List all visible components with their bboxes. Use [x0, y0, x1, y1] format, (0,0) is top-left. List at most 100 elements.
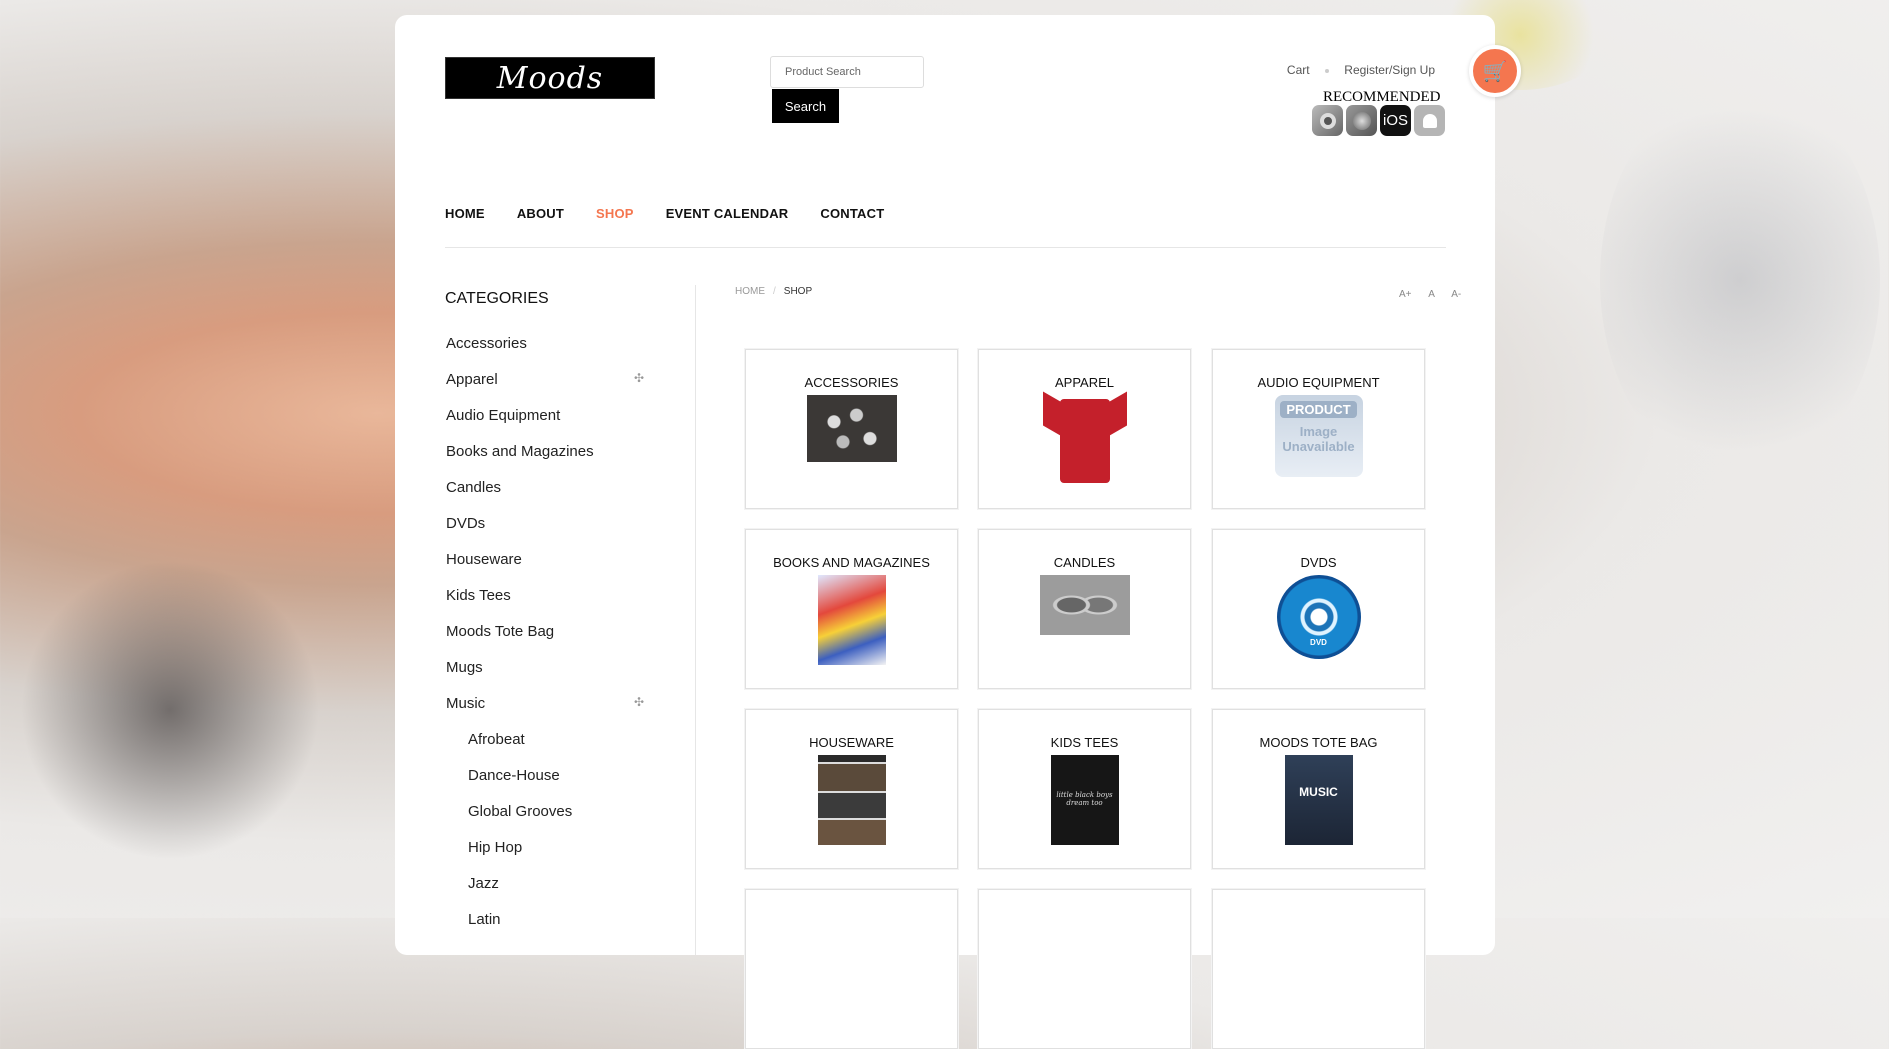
tile-title: AUDIO EQUIPMENT — [1257, 375, 1380, 390]
tile-image — [1039, 575, 1130, 635]
cart-link[interactable]: Cart — [1287, 63, 1310, 77]
subcategory-dance-house[interactable]: Dance-House — [446, 767, 656, 803]
tee-print: little black boys dream too — [1056, 791, 1113, 807]
subcategory-label: Afrobeat — [468, 731, 525, 748]
top-links: Cart Register/Sign Up — [1287, 63, 1435, 77]
tile-moods-tote-bag[interactable]: MOODS TOTE BAG MUSIC — [1212, 709, 1425, 869]
category-label: Apparel — [446, 371, 498, 388]
category-label: Books and Magazines — [446, 443, 594, 460]
chrome-icon[interactable] — [1312, 105, 1343, 136]
firefox-icon[interactable] — [1346, 105, 1377, 136]
category-books-and-magazines[interactable]: Books and Magazines — [446, 443, 656, 479]
category-label: Kids Tees — [446, 587, 511, 604]
floating-cart-button[interactable]: 🛒 — [1469, 45, 1521, 97]
nav-shop[interactable]: SHOP — [596, 206, 634, 221]
category-label: DVDs — [446, 515, 486, 532]
image-unavailable-placeholder: PRODUCT Image Unavailable — [1274, 395, 1363, 477]
tile-audio-equipment[interactable]: AUDIO EQUIPMENT PRODUCT Image Unavailabl… — [1212, 349, 1425, 509]
category-dvds[interactable]: DVDs — [446, 515, 656, 551]
breadcrumb: HOME / SHOP — [735, 286, 812, 297]
nav-home[interactable]: HOME — [445, 206, 485, 221]
search-input[interactable] — [770, 56, 924, 88]
category-list: Accessories Apparel ✣ Audio Equipment Boo… — [446, 335, 656, 947]
nav-about[interactable]: ABOUT — [517, 206, 564, 221]
category-label: Mugs — [446, 659, 483, 676]
category-mugs[interactable]: Mugs — [446, 659, 656, 695]
search-button[interactable]: Search — [772, 89, 839, 123]
category-houseware[interactable]: Houseware — [446, 551, 656, 587]
tile-title: CANDLES — [1053, 555, 1116, 570]
tile-title: HOUSEWARE — [809, 735, 894, 750]
android-icon[interactable] — [1414, 105, 1445, 136]
subcategory-hip-hop[interactable]: Hip Hop — [446, 839, 656, 875]
tile-title: BOOKS AND MAGAZINES — [773, 555, 930, 570]
font-increase-button[interactable]: A+ — [1399, 289, 1412, 300]
category-audio-equipment[interactable]: Audio Equipment — [446, 407, 656, 443]
tile-accessories[interactable]: ACCESSORIES — [745, 349, 958, 509]
tile-image — [817, 755, 886, 845]
tile-houseware[interactable]: HOUSEWARE — [745, 709, 958, 869]
tile-title: DVDS — [1300, 555, 1337, 570]
nav-contact[interactable]: CONTACT — [820, 206, 884, 221]
font-decrease-button[interactable]: A- — [1451, 289, 1461, 300]
cart-icon: 🛒 — [1482, 60, 1508, 83]
tile-image — [1040, 391, 1130, 483]
breadcrumb-separator: / — [773, 286, 776, 297]
register-link[interactable]: Register/Sign Up — [1344, 63, 1435, 77]
tile-image — [806, 395, 897, 462]
expand-icon[interactable]: ✣ — [634, 695, 644, 709]
tile-dvds[interactable]: DVDS DVD — [1212, 529, 1425, 689]
category-label: Moods Tote Bag — [446, 623, 555, 640]
tile-next-row[interactable] — [978, 889, 1191, 1049]
tile-books-and-magazines[interactable]: BOOKS AND MAGAZINES — [745, 529, 958, 689]
breadcrumb-home[interactable]: HOME — [735, 286, 765, 297]
font-size-controls: A+ A A- — [1385, 289, 1461, 300]
category-label: Audio Equipment — [446, 407, 561, 424]
category-kids-tees[interactable]: Kids Tees — [446, 587, 656, 623]
dvd-disc-icon: DVD — [1276, 575, 1361, 659]
category-candles[interactable]: Candles — [446, 479, 656, 515]
ios-icon[interactable]: iOS — [1380, 105, 1411, 136]
expand-icon[interactable]: ✣ — [634, 371, 644, 385]
tile-next-row[interactable] — [745, 889, 958, 1049]
tote-print: MUSIC — [1299, 785, 1338, 799]
subcategory-label: Latin — [468, 911, 501, 928]
subcategory-afrobeat[interactable]: Afrobeat — [446, 731, 656, 767]
nav-divider — [445, 247, 1446, 248]
subcategory-label: Global Grooves — [468, 803, 573, 820]
tile-image: MUSIC — [1284, 755, 1353, 845]
tile-kids-tees[interactable]: KIDS TEES little black boys dream too — [978, 709, 1191, 869]
placeholder-label: PRODUCT — [1280, 401, 1357, 418]
category-music[interactable]: Music ✣ — [446, 695, 656, 731]
dvd-label: DVD — [1310, 638, 1327, 647]
tile-title: MOODS TOTE BAG — [1259, 735, 1378, 750]
category-moods-tote-bag[interactable]: Moods Tote Bag — [446, 623, 656, 659]
tile-candles[interactable]: CANDLES — [978, 529, 1191, 689]
font-reset-button[interactable]: A — [1428, 289, 1434, 300]
tile-next-row[interactable] — [1212, 889, 1425, 1049]
nav-event-calendar[interactable]: EVENT CALENDAR — [666, 206, 789, 221]
tile-image: little black boys dream too — [1050, 755, 1119, 845]
tile-apparel[interactable]: APPAREL — [978, 349, 1191, 509]
recommended-label: RECOMMENDED — [1323, 89, 1441, 105]
subcategory-jazz[interactable]: Jazz — [446, 875, 656, 911]
category-apparel[interactable]: Apparel ✣ — [446, 371, 656, 407]
subcategory-latin[interactable]: Latin — [446, 911, 656, 947]
tile-title: ACCESSORIES — [804, 375, 899, 390]
background-blur-dark — [20, 560, 320, 860]
sidebar-divider — [695, 285, 696, 955]
category-label: Houseware — [446, 551, 522, 568]
tile-title: KIDS TEES — [1050, 735, 1119, 750]
category-label: Candles — [446, 479, 502, 496]
tile-title: APPAREL — [1054, 375, 1114, 390]
placeholder-text: Image Unavailable — [1282, 424, 1355, 454]
category-accessories[interactable]: Accessories — [446, 335, 656, 371]
link-separator — [1324, 68, 1329, 73]
subcategory-global-grooves[interactable]: Global Grooves — [446, 803, 656, 839]
subcategory-label: Hip Hop — [468, 839, 523, 856]
category-label: Accessories — [446, 335, 527, 352]
page-container: Moods Music Search Cart Register/Sign Up… — [395, 15, 1495, 1049]
subcategory-label: Jazz — [468, 875, 499, 892]
site-logo[interactable]: Moods Music — [445, 57, 655, 138]
browser-icons: iOS — [1312, 105, 1445, 136]
